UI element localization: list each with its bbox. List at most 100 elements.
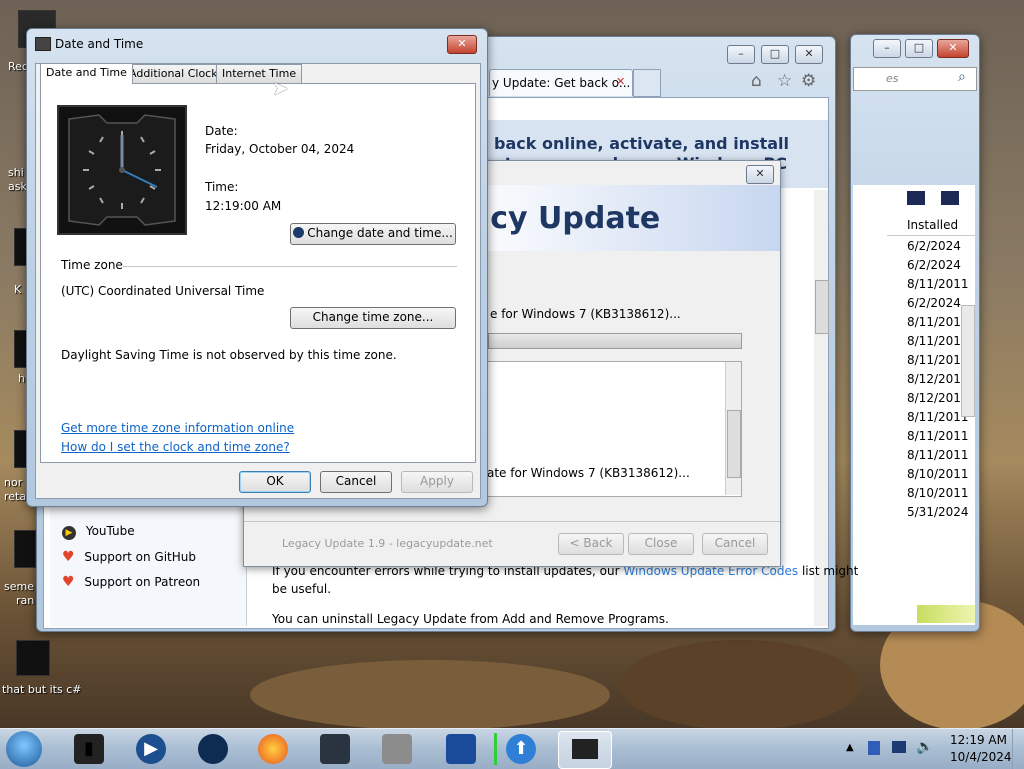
firefox-icon[interactable]: [258, 734, 288, 764]
desktop-icon-label: ran: [16, 594, 35, 607]
time-zone-info-link[interactable]: Get more time zone information online: [61, 421, 294, 435]
show-desktop-button[interactable]: [1012, 729, 1024, 769]
globe-icon[interactable]: [198, 734, 228, 764]
favorites-icon[interactable]: ☆: [777, 71, 792, 91]
clock-help-link[interactable]: How do I set the clock and time zone?: [61, 440, 290, 454]
time-value: 12:19:00 AM: [205, 199, 282, 213]
tab-internet-time[interactable]: Internet Time: [216, 64, 303, 83]
change-date-time-button[interactable]: Change date and time...: [290, 223, 456, 245]
browser-tab[interactable]: y Update: Get back o... ✕: [489, 69, 633, 96]
minimize-button[interactable]: –: [873, 39, 901, 58]
mouse-cursor-icon: ➤: [272, 76, 289, 100]
installed-date: 6/2/2024: [907, 239, 961, 253]
taskbar: ▮ ▶ ⬆ ▲ 🔈 12:19 AM 10/4/2024: [0, 728, 1024, 769]
change-time-zone-button[interactable]: Change time zone...: [290, 307, 456, 329]
monitor-icon[interactable]: [320, 734, 350, 764]
dst-note: Daylight Saving Time is not observed by …: [61, 348, 397, 362]
timezone-value: (UTC) Coordinated Universal Time: [61, 284, 265, 298]
tablet-icon[interactable]: [446, 734, 476, 764]
installed-date: 8/12/2011: [907, 372, 969, 386]
cancel-button[interactable]: Cancel: [702, 533, 768, 555]
close-button[interactable]: ✕: [937, 39, 969, 58]
desktop-icon[interactable]: [16, 640, 50, 676]
date-time-dialog[interactable]: Date and Time ✕ Date and Time Additional…: [26, 28, 488, 507]
back-button[interactable]: < Back: [558, 533, 624, 555]
tab-page-date-and-time: Date: Friday, October 04, 2024 Time: 12:…: [40, 83, 476, 463]
installed-date: 5/31/2024: [907, 505, 969, 519]
sidebar-item-patreon[interactable]: ♥ Support on Patreon: [62, 574, 200, 590]
page-sidebar: ▶ YouTube ♥ Support on GitHub ♥ Support …: [50, 508, 247, 626]
date-label: Date:: [205, 124, 238, 138]
decorative-graphic: [917, 605, 975, 623]
show-hidden-icons[interactable]: ▲: [846, 742, 854, 753]
close-button[interactable]: Close: [628, 533, 694, 555]
ok-button[interactable]: OK: [239, 471, 311, 493]
installed-date: 8/11/2011: [907, 334, 969, 348]
installed-date: 8/10/2011: [907, 467, 969, 481]
maximize-button[interactable]: □: [761, 45, 789, 64]
desktop-icon-label: Rec: [8, 60, 28, 73]
settings-gear-icon[interactable]: ⚙: [801, 71, 816, 91]
tab-date-and-time[interactable]: Date and Time: [40, 63, 133, 84]
desktop-icon[interactable]: [14, 530, 36, 568]
installed-date: 8/11/2011: [907, 277, 969, 291]
installed-date: 8/11/2011: [907, 429, 969, 443]
date-time-taskbar-icon[interactable]: [558, 731, 612, 769]
brick-app-icon[interactable]: [382, 734, 412, 764]
clock-app-icon: [35, 37, 51, 51]
start-orb-icon[interactable]: [6, 731, 42, 767]
tab-close-icon[interactable]: ✕: [616, 75, 625, 88]
installed-date: 6/2/2024: [907, 296, 961, 310]
scrollbar-thumb[interactable]: [727, 410, 741, 478]
network-icon[interactable]: [892, 741, 906, 753]
desktop-icon-label: reta: [4, 490, 27, 503]
new-tab-button[interactable]: [633, 69, 661, 97]
legacy-update-footer: Legacy Update 1.9 - legacyupdate.net: [282, 537, 493, 550]
page-scrollbar[interactable]: [814, 190, 829, 626]
cancel-button[interactable]: Cancel: [320, 471, 392, 493]
home-icon[interactable]: ⌂: [751, 71, 762, 91]
update-progress-bar: [488, 333, 742, 349]
installed-date: 8/10/2011: [907, 486, 969, 500]
column-header-installed[interactable]: Installed: [887, 215, 975, 236]
close-button[interactable]: ✕: [447, 35, 477, 54]
help-icon[interactable]: [941, 191, 959, 205]
desktop-icon-label: ask: [8, 180, 27, 193]
maximize-button[interactable]: □: [905, 39, 933, 58]
scrollbar[interactable]: [961, 305, 975, 417]
shield-globe-icon: [293, 227, 305, 238]
dialog-body: Date and Time Additional Clocks Internet…: [35, 63, 481, 499]
log-scrollbar[interactable]: [725, 362, 741, 495]
sidebar-item-youtube[interactable]: ▶ YouTube: [62, 524, 135, 540]
update-log: ate for Windows 7 (KB3138612)...: [486, 361, 742, 497]
scrollbar-thumb[interactable]: [815, 280, 829, 334]
installed-date: 8/12/2011: [907, 391, 969, 405]
youtube-icon: ▶: [62, 526, 76, 540]
media-player-icon[interactable]: ▶: [136, 734, 166, 764]
updates-list: Installed 6/2/2024 6/2/2024 8/11/2011 6/2/2…: [853, 185, 975, 625]
heart-icon: ♥: [62, 549, 75, 565]
view-icon[interactable]: [907, 191, 925, 205]
update-status: e for Windows 7 (KB3138612)...: [490, 307, 681, 321]
close-button[interactable]: ✕: [795, 45, 823, 64]
desktop-icon-label: that but its c#: [2, 683, 82, 696]
sidebar-item-github[interactable]: ♥ Support on GitHub: [62, 549, 196, 565]
close-button[interactable]: ✕: [746, 165, 774, 184]
installed-date: 8/11/2011: [907, 315, 969, 329]
search-box[interactable]: es ⌕: [853, 67, 977, 91]
timezone-header: Time zone: [61, 258, 123, 272]
taskbar-app-icon[interactable]: ▮: [74, 734, 104, 764]
search-icon[interactable]: ⌕: [958, 69, 966, 85]
minimize-button[interactable]: –: [727, 45, 755, 64]
clock-time[interactable]: 12:19 AM: [950, 733, 1007, 747]
clock-date[interactable]: 10/4/2024: [950, 750, 1012, 764]
time-label: Time:: [205, 180, 239, 194]
update-icon[interactable]: ⬆: [506, 734, 536, 764]
apply-button[interactable]: Apply: [401, 471, 473, 493]
analog-clock: [57, 105, 187, 235]
tab-additional-clocks[interactable]: Additional Clocks: [123, 64, 230, 83]
heart-icon: ♥: [62, 574, 75, 590]
tray-icon[interactable]: [868, 741, 880, 755]
volume-icon[interactable]: 🔈: [916, 739, 933, 755]
installed-updates-window[interactable]: – □ ✕ es ⌕ Installed 6/2/2024 6/2/2024 8/1…: [850, 34, 980, 632]
